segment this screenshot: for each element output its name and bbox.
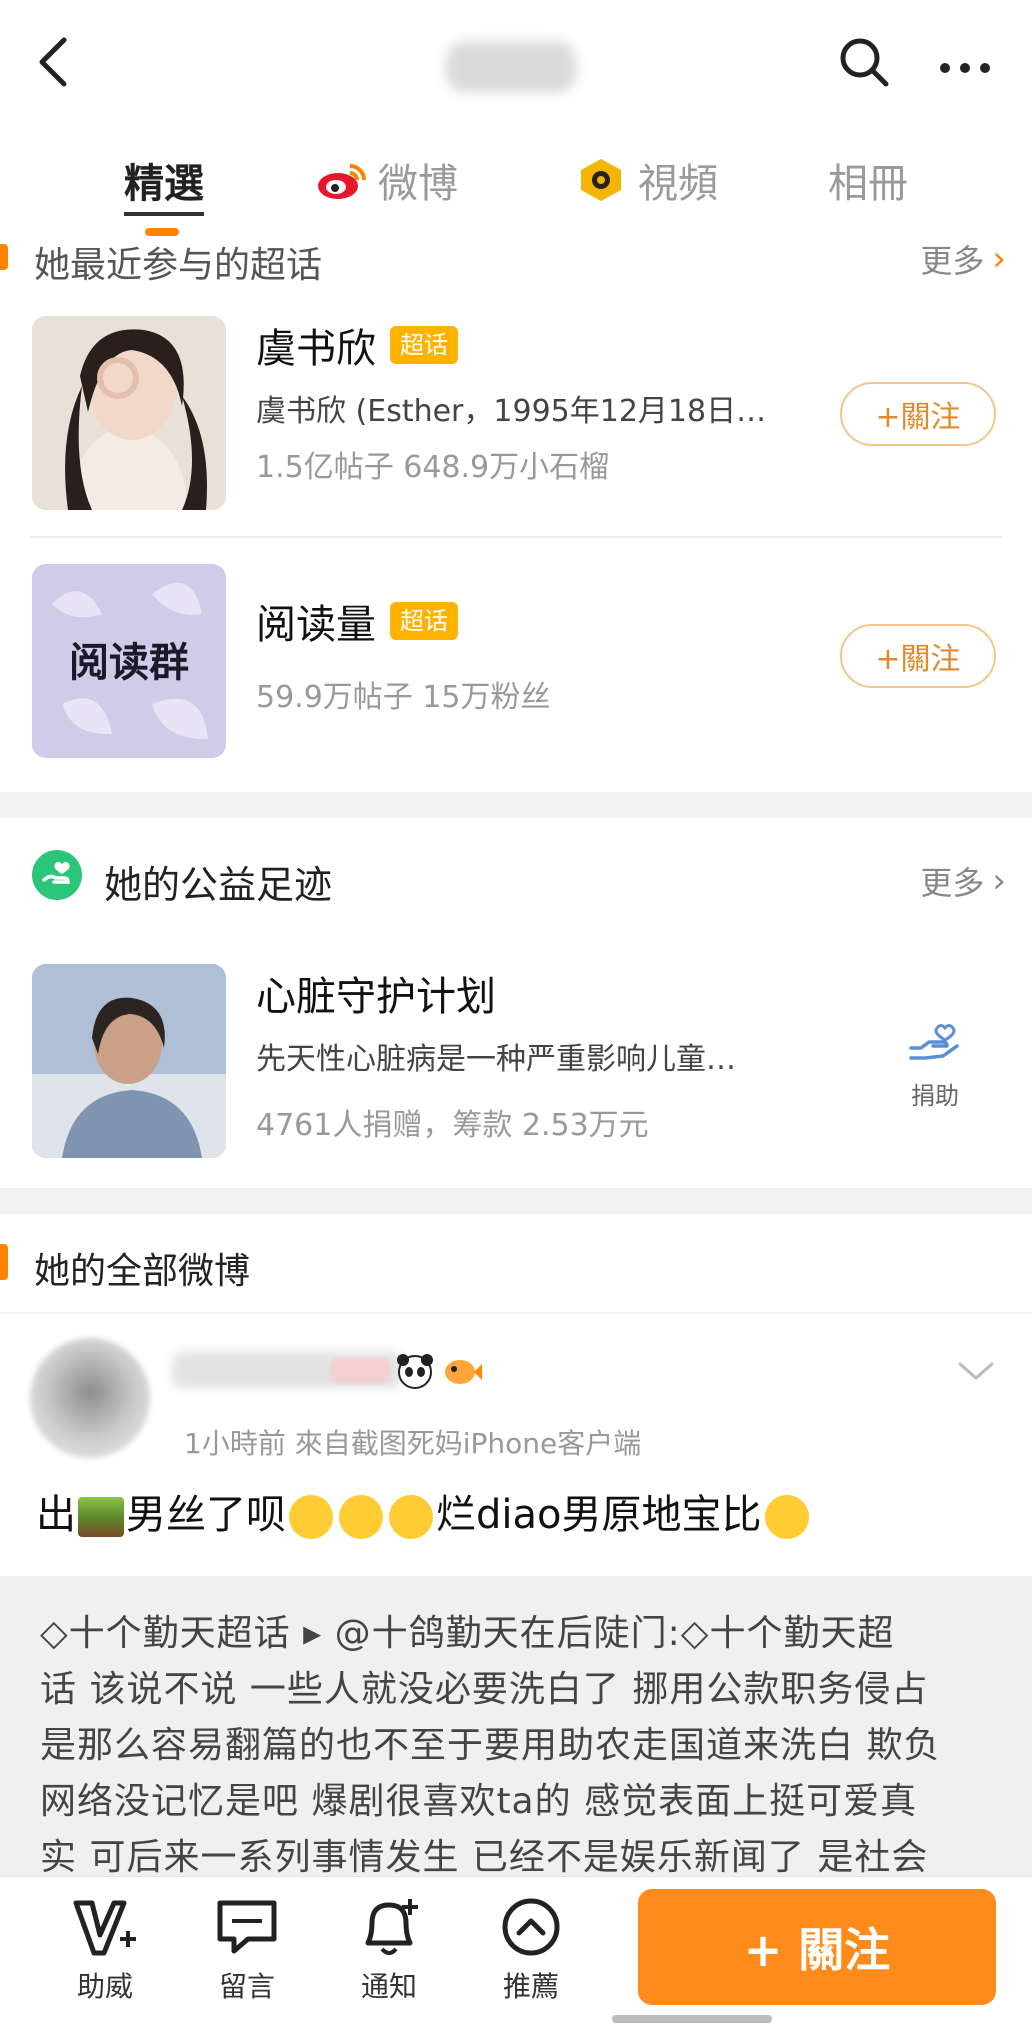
chevron-right-icon: › [992,239,1006,279]
donate-hand-heart-icon [909,1024,959,1060]
chevron-down-icon[interactable] [956,1360,996,1384]
recommend-button[interactable]: 推薦 [476,1895,586,2005]
laugh-cry-emoji [764,1495,809,1539]
recommend-label: 推薦 [502,1970,559,2003]
chevron-right-icon: › [992,861,1006,901]
repost-content[interactable]: ◇十个勤天超话 ▸ @十鸽勤天在后陡门:◇十个勤天超 话 该说不说 一些人就没必… [0,1576,1032,1878]
supertopic-name: 阅读量 超话 [256,592,458,650]
supertopic-meta: 59.9万帖子 15万粉丝 [256,680,551,715]
blurred-username [446,42,576,92]
laugh-cry-emoji [389,1495,433,1539]
supertopic-badge: 超话 [390,602,458,640]
v-plus-icon [73,1900,136,1956]
repost-line: 实 可后来一系列事情发生 已经不是娱乐新闻了 是社会 [40,1837,929,1878]
section-title: 她的全部微博 [34,1251,251,1292]
donate-button[interactable]: 捐助 [890,1018,980,1111]
video-icon [581,159,621,201]
post-time-source: 1小時前 來自截图死妈iPhone客户端 [184,1427,642,1460]
member-badge [330,1358,390,1384]
search-icon[interactable] [836,34,892,90]
section-marker [0,1244,8,1280]
supertopic-thumbnail [32,316,226,510]
laugh-cry-emoji [289,1495,333,1539]
section-title: 她的公益足迹 [104,863,333,907]
charity-icon [32,850,82,900]
panda-icon [397,1354,433,1389]
charity-thumbnail [32,964,226,1158]
supertopic-thumbnail: 阅读群 [32,564,226,758]
thumbnail-text: 阅读群 [69,639,189,686]
back-arrow-icon[interactable] [26,32,86,92]
more-link[interactable]: 更多 › [920,236,1006,282]
supertopic-item[interactable]: 虞书欣 超话 虞书欣 (Esther，1995年12月18日… 1.5亿帖子 6… [0,296,1032,526]
message-label: 留言 [218,1970,275,2003]
donate-label: 捐助 [911,1082,959,1110]
post-text: 出男丝了呗 烂diao男原地宝比 [36,1482,812,1540]
charity-meta: 4761人捐赠，筹款 2.53万元 [256,1108,649,1143]
notify-button[interactable]: 通知 [334,1895,444,2005]
notify-label: 通知 [360,1970,417,2003]
post-card[interactable]: 1小時前 來自截图死妈iPhone客户端 出男丝了呗 烂diao男原地宝比 [0,1314,1032,1576]
section-title: 她最近参与的超话 [34,245,323,286]
divider [30,536,1002,538]
road-emoji [78,1497,124,1537]
fish-icon [445,1360,482,1384]
comment-icon [217,1900,277,1954]
tab-featured[interactable]: 精選 [124,150,204,216]
cheer-label: 助威 [76,1970,133,2003]
repost-line: 是那么容易翻篇的也不至于要用助农走国道来洗白 欺负 [40,1725,941,1766]
tab-weibo[interactable]: 微博 [316,150,458,210]
posts-section-header: 她的全部微博 [0,1214,1032,1312]
follow-button[interactable]: +關注 [840,382,996,446]
supertopic-meta: 1.5亿帖子 648.9万小石榴 [256,450,610,485]
repost-line: 话 该说不说 一些人就没必要洗白了 挪用公款职务侵占 [40,1669,929,1710]
weibo-icon [318,164,366,199]
charity-title: 心脏守护计划 [256,974,496,1020]
repost-line: ◇十个勤天超话 ▸ @十鸽勤天在后陡门:◇十个勤天超 [40,1613,895,1654]
top-bar [0,0,1032,128]
laugh-cry-emoji [339,1495,383,1539]
profile-page: 精選 微博 視頻 相冊 她最近参与的超话 更多 › 虞书欣 超话 虞书欣 (Es… [0,0,1032,2036]
active-tab-indicator [145,228,179,236]
follow-main-button[interactable]: + 關注 [638,1889,996,2005]
repost-line: 网络没记忆是吧 爆剧很喜欢ta的 感觉表面上挺可爱真 [40,1781,918,1822]
message-button[interactable]: 留言 [192,1895,302,2005]
bottom-action-bar: 助威 留言 通知 推薦 + 關注 [0,1876,1032,2036]
more-icon[interactable] [940,58,1004,73]
profile-tabs: 精選 微博 視頻 相冊 [0,128,1032,236]
charity-desc: 先天性心脏病是一种严重影响儿童… [256,1042,736,1077]
charity-section: 她的公益足迹 更多 › 心脏守护计划 先天性心脏病是一种严重影响儿童… 4761人… [0,818,1032,1188]
supertopic-item[interactable]: 阅读群 阅读量 超话 59.9万帖子 15万粉丝 +關注 [0,552,1032,788]
supertopic-section: 她最近参与的超话 更多 › 虞书欣 超话 虞书欣 (Esther，1995年12… [0,236,1032,792]
cheer-button[interactable]: 助威 [50,1895,160,2005]
tab-video[interactable]: 視頻 [578,150,718,210]
supertopic-name: 虞书欣 超话 [256,316,458,374]
tab-album[interactable]: 相冊 [828,150,908,210]
avatar[interactable] [30,1338,150,1458]
more-link[interactable]: 更多 › [920,858,1006,904]
chevron-up-circle-icon [502,1898,560,1956]
bell-plus-icon [365,1899,418,1955]
follow-button[interactable]: +關注 [840,624,996,688]
supertopic-badge: 超话 [390,326,458,364]
home-indicator [612,2015,772,2023]
section-marker [0,244,8,270]
supertopic-desc: 虞书欣 (Esther，1995年12月18日… [256,394,767,429]
